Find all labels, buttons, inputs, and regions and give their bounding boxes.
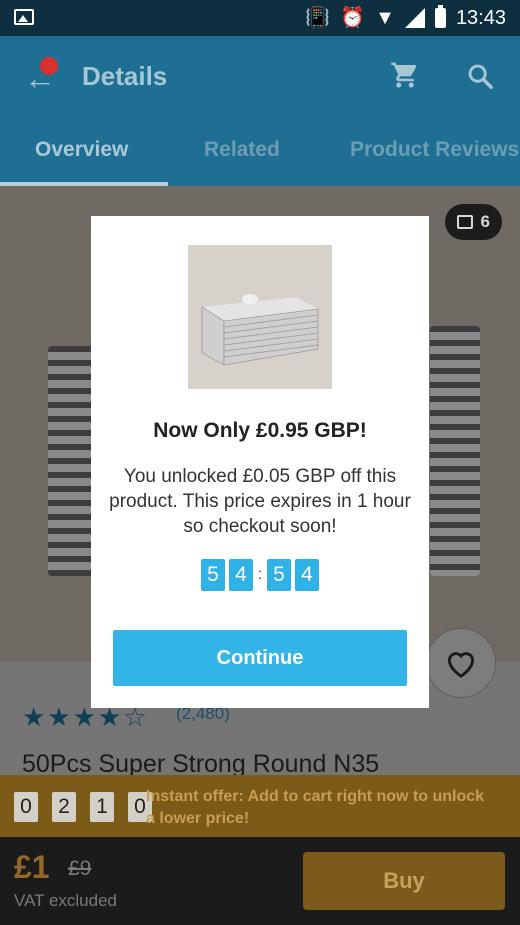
cart-icon[interactable] (390, 60, 420, 90)
instant-offer-text: Instant offer: Add to cart right now to … (146, 788, 485, 827)
dialog-title: Now Only £0.95 GBP! (153, 419, 367, 442)
countdown-digit: 2 (52, 792, 76, 822)
image-notification-icon (14, 9, 34, 25)
status-icons: 📳 ⏰ ▼ 13:43 (305, 5, 506, 30)
app-header: ← Details Overview Related Product Revie… (0, 36, 520, 186)
photo-count-badge[interactable]: 6 (444, 204, 502, 240)
heart-icon (447, 652, 475, 678)
notification-dot (40, 57, 58, 75)
clock: 13:43 (455, 7, 506, 29)
countdown-digit: 4 (229, 559, 253, 591)
tab-overview[interactable]: Overview (35, 138, 128, 162)
original-price: £9 (68, 857, 92, 880)
status-bar: 📳 ⏰ ▼ 13:43 (0, 0, 520, 36)
tab-related[interactable]: Related (204, 138, 280, 162)
countdown-separator: : (257, 566, 263, 583)
search-icon[interactable] (466, 62, 494, 90)
page-title: Details (82, 61, 168, 91)
dialog-countdown: 5 4 : 5 4 (201, 559, 319, 591)
countdown-digit: 5 (201, 559, 225, 591)
signal-icon (404, 8, 425, 28)
gallery-icon (456, 215, 473, 229)
dialog-message: You unlocked £0.05 GBP off this product.… (109, 466, 411, 537)
buy-bar: £1 £9 VAT excluded Buy (0, 837, 520, 925)
countdown-digit: 5 (267, 559, 291, 591)
vat-note: VAT excluded (14, 891, 118, 910)
wishlist-button[interactable] (426, 628, 496, 698)
continue-button[interactable]: Continue (113, 630, 407, 686)
offer-countdown: 0 2 1 0 (14, 792, 152, 822)
tab-product-reviews[interactable]: Product Reviews (350, 138, 519, 162)
product-photo-magnets-right (430, 326, 480, 576)
wifi-icon: ▼ (375, 7, 395, 29)
countdown-digit: 4 (295, 559, 319, 591)
price-drop-dialog: Now Only £0.95 GBP! You unlocked £0.05 G… (91, 216, 429, 708)
product-thumbnail (188, 245, 332, 389)
alarm-icon: ⏰ (340, 7, 366, 29)
vibrate-icon: 📳 (305, 7, 331, 29)
countdown-digit: 1 (90, 792, 114, 822)
current-price: £1 (14, 849, 50, 885)
tab-bar: Overview Related Product Reviews (0, 132, 520, 186)
battery-icon (434, 5, 446, 28)
photo-count: 6 (480, 212, 490, 231)
instant-offer-banner[interactable]: 0 2 1 0 Instant offer: Add to cart right… (0, 775, 520, 847)
buy-button[interactable]: Buy (303, 852, 505, 910)
countdown-digit: 0 (14, 792, 38, 822)
